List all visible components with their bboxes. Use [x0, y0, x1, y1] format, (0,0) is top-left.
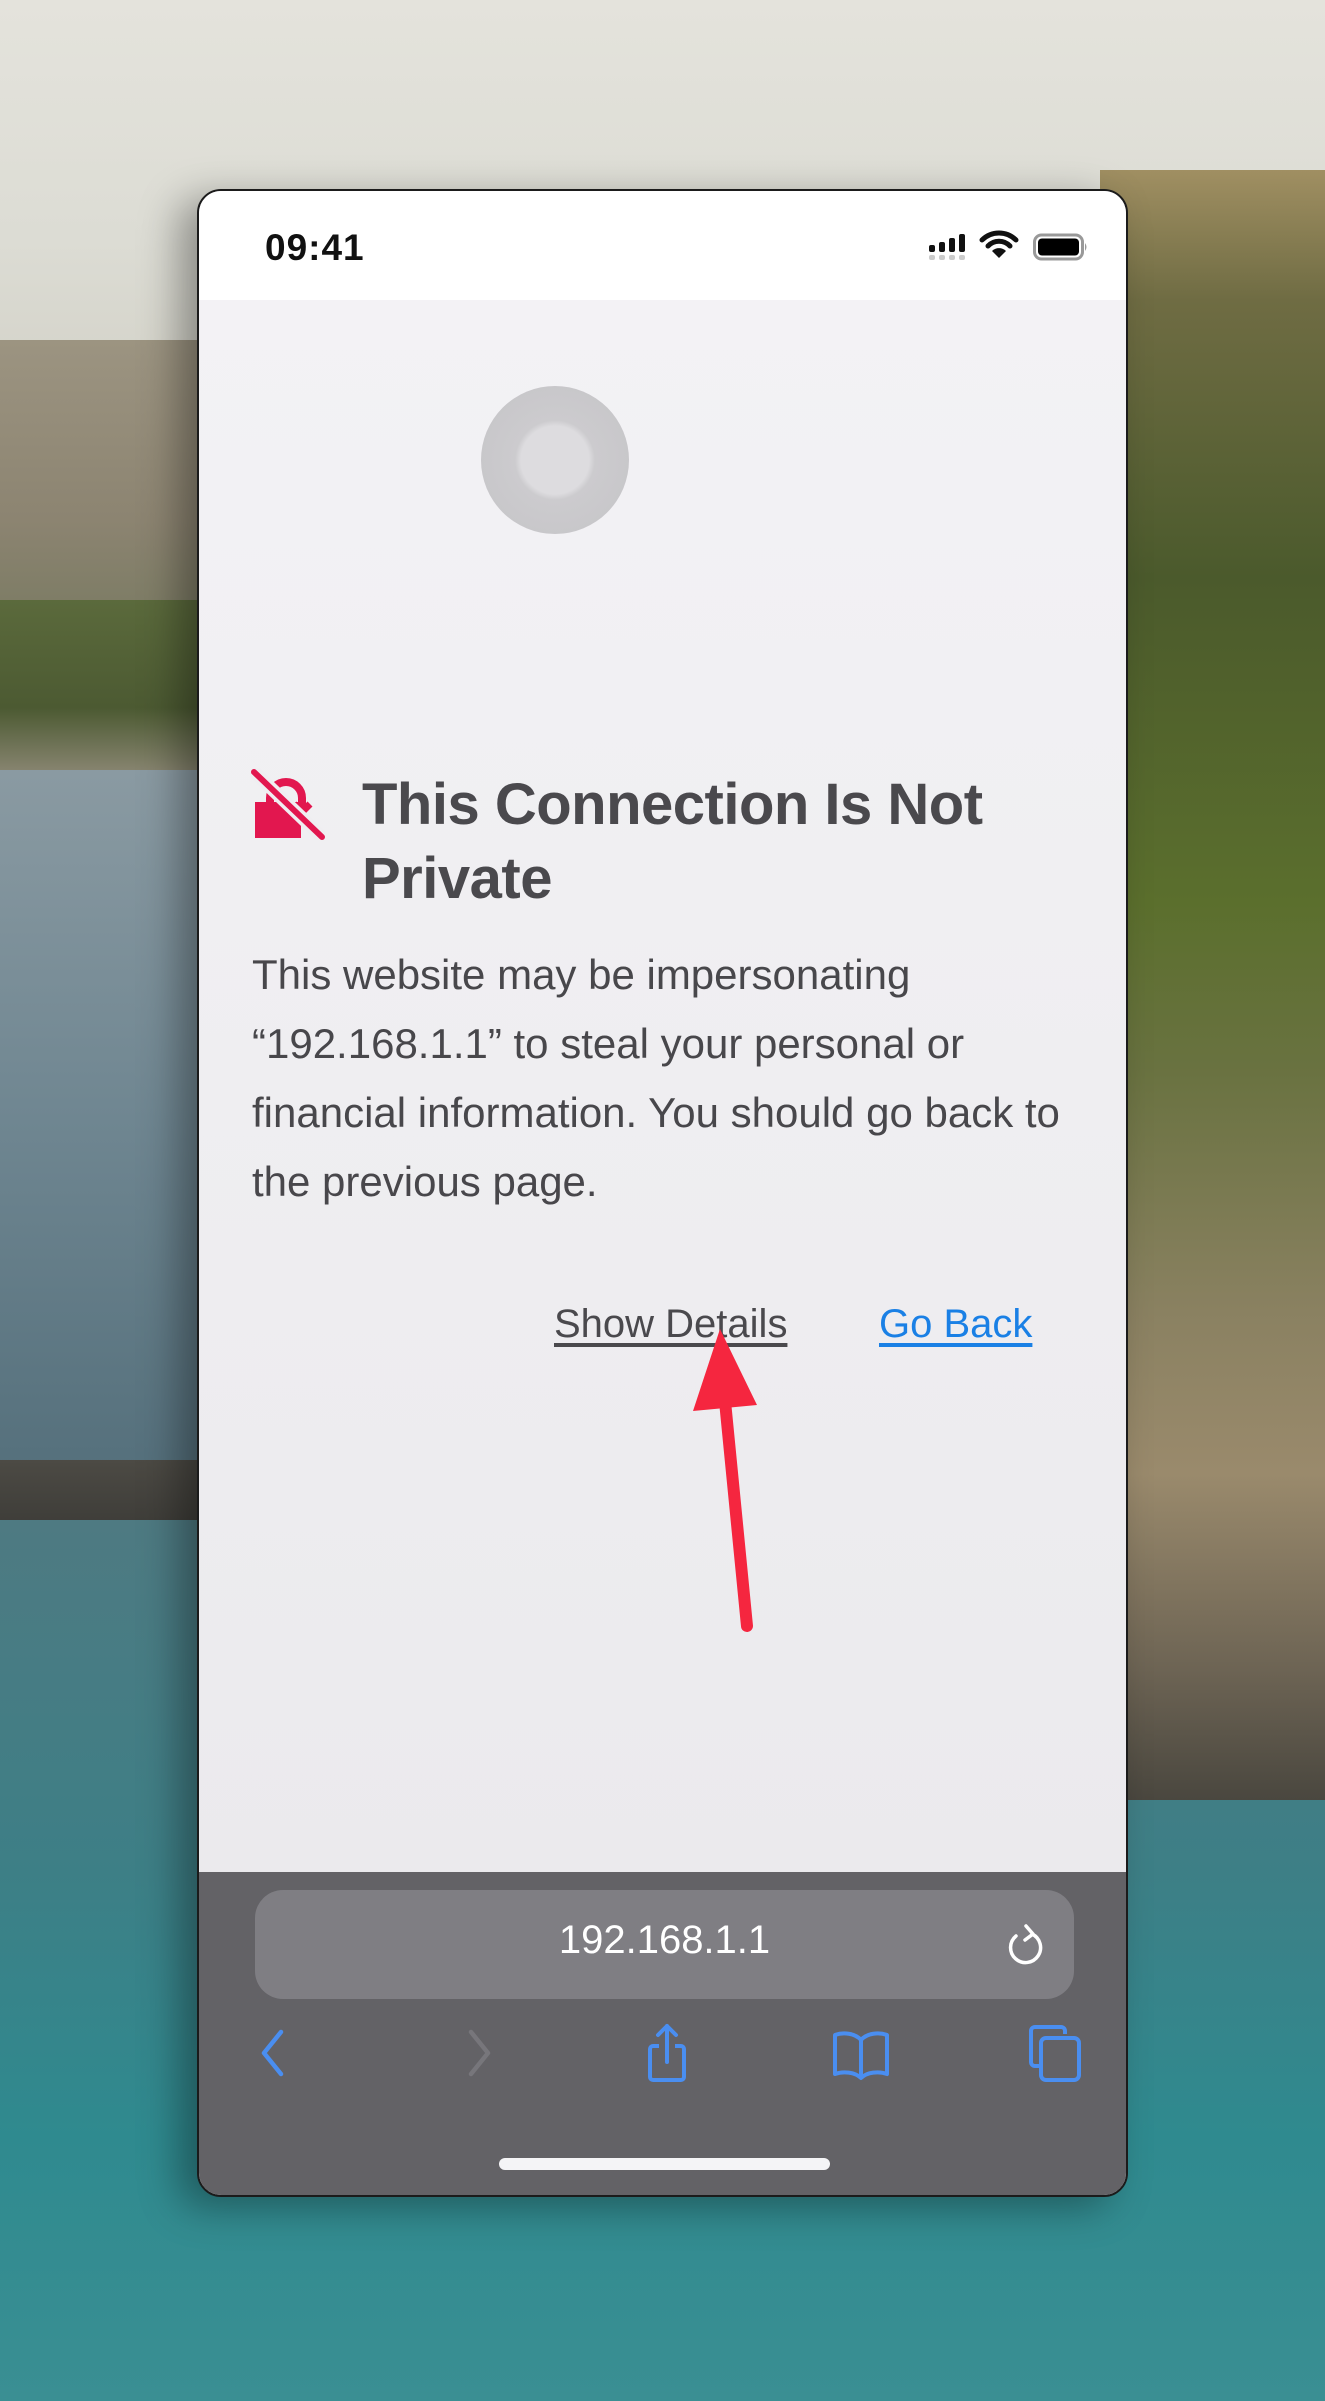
warning-message: This website may be impersonating “192.1… — [252, 951, 1060, 1205]
book-icon[interactable] — [831, 2022, 891, 2084]
lock-slash-icon — [250, 768, 325, 840]
safari-page: This Connection Is Not Private This webs… — [199, 300, 1126, 1872]
touch-indicator — [481, 386, 629, 534]
wallpaper-cliff — [1100, 170, 1325, 1800]
show-details-link[interactable]: Show Details — [554, 1302, 787, 1347]
reload-icon[interactable] — [1002, 1920, 1048, 1970]
go-back-link[interactable]: Go Back — [879, 1302, 1032, 1347]
cellular-signal-icon — [929, 234, 965, 260]
address-bar[interactable]: 192.168.1.1 — [255, 1890, 1074, 1999]
battery-icon — [1033, 233, 1087, 261]
safari-toolbar: 192.168.1.1 — [199, 1872, 1126, 2195]
tabs-icon[interactable] — [1025, 2022, 1085, 2084]
wifi-icon — [979, 230, 1019, 258]
chevron-left-icon[interactable] — [247, 2022, 307, 2084]
chevron-right-icon[interactable] — [445, 2022, 505, 2084]
status-bar: 09:41 — [199, 191, 1126, 300]
status-time: 09:41 — [265, 227, 365, 268]
page-title: This Connection Is Not Private — [362, 772, 983, 911]
url-text: 192.168.1.1 — [558, 1918, 771, 1962]
home-indicator[interactable] — [499, 2158, 830, 2170]
share-icon[interactable] — [637, 2022, 697, 2084]
simulator-window: 09:41 This Connection Is Not Private Thi… — [197, 189, 1128, 2197]
